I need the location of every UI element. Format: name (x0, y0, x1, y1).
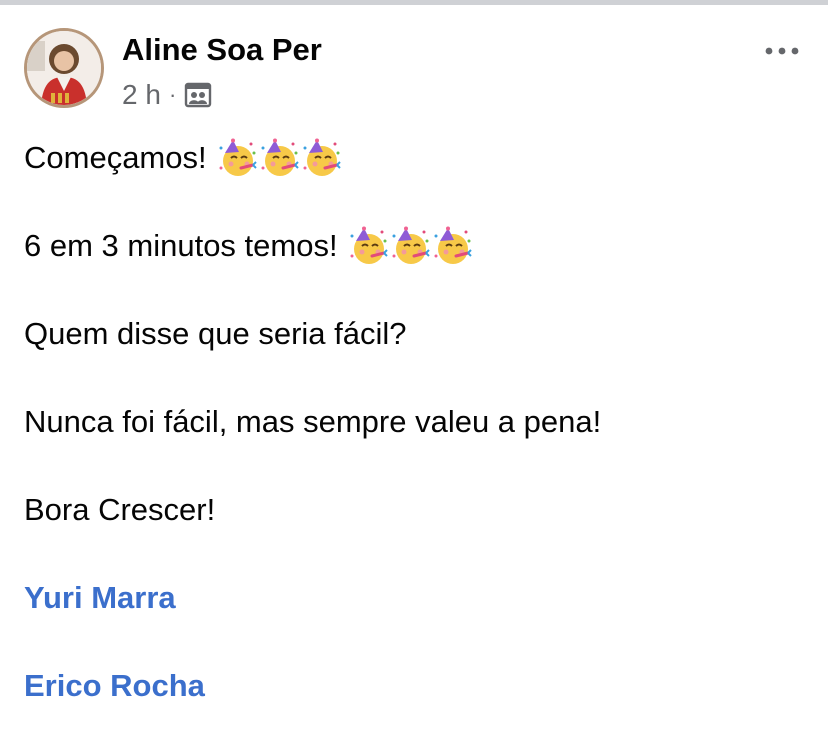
top-divider (0, 0, 828, 5)
post-line-5: Bora Crescer! (24, 486, 814, 534)
author-name[interactable]: Aline Soa Per (122, 32, 322, 68)
emoji-group-2 (348, 226, 472, 266)
partying-face-icon (432, 226, 472, 266)
post-header: Aline Soa Per 2 h · (24, 28, 804, 112)
partying-face-icon (217, 138, 257, 178)
post-timestamp[interactable]: 2 h (122, 79, 161, 111)
post-line-3-text: Quem disse que seria fácil? (24, 316, 407, 351)
more-options-button[interactable] (762, 42, 802, 60)
tag-line-1: Yuri Marra (24, 574, 814, 622)
partying-face-icon (301, 138, 341, 178)
tagged-user-link[interactable]: Yuri Marra (24, 574, 176, 622)
author-avatar[interactable] (24, 28, 104, 108)
post-line-5-text: Bora Crescer! (24, 492, 216, 527)
meta-separator: · (168, 82, 177, 107)
post-line-4: Nunca foi fácil, mas sempre valeu a pena… (24, 398, 814, 446)
partying-face-icon (348, 226, 388, 266)
post-line-3: Quem disse que seria fácil? (24, 310, 814, 358)
partying-face-icon (259, 138, 299, 178)
tagged-user-link[interactable]: Erico Rocha (24, 662, 205, 710)
post-line-2-text: 6 em 3 minutos temos! (24, 228, 338, 263)
tag-line-2: Erico Rocha (24, 662, 814, 710)
partying-face-icon (390, 226, 430, 266)
post-line-2: 6 em 3 minutos temos! (24, 222, 814, 270)
post-line-4-text: Nunca foi fácil, mas sempre valeu a pena… (24, 404, 602, 439)
post-line-1: Começamos! (24, 134, 814, 182)
post-body: Começamos! 6 em 3 minutos temos! Quem di… (24, 134, 814, 710)
post-line-1-text: Começamos! (24, 140, 207, 175)
group-audience-icon (184, 81, 212, 109)
more-options-icon (765, 47, 799, 55)
post-meta: 2 h · (122, 78, 212, 112)
emoji-group-1 (217, 138, 341, 178)
